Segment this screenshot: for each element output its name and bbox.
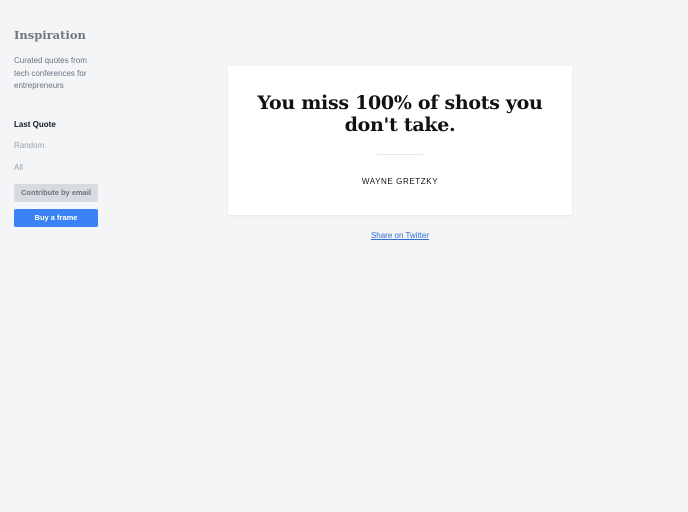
- divider: [377, 154, 423, 155]
- nav-item-all[interactable]: All: [14, 163, 104, 173]
- nav-item-random[interactable]: Random: [14, 141, 104, 151]
- nav-menu: Last Quote Random All: [14, 120, 104, 173]
- quote-text: You miss 100% of shots you don't take.: [257, 92, 543, 136]
- contribute-button[interactable]: Contribute by email: [14, 184, 98, 202]
- share-twitter-link[interactable]: Share on Twitter: [371, 231, 429, 240]
- quote-card: You miss 100% of shots you don't take. W…: [228, 66, 572, 215]
- tagline: Curated quotes from tech conferences for…: [14, 56, 87, 90]
- share-container: Share on Twitter: [228, 231, 572, 240]
- brand-title[interactable]: Inspiration: [14, 27, 104, 43]
- sidebar: Inspiration Curated quotes from tech con…: [14, 27, 104, 227]
- nav-item-last-quote[interactable]: Last Quote: [14, 120, 104, 130]
- buy-frame-button[interactable]: Buy a frame: [14, 209, 98, 227]
- quote-author: WAYNE GRETZKY: [361, 177, 439, 186]
